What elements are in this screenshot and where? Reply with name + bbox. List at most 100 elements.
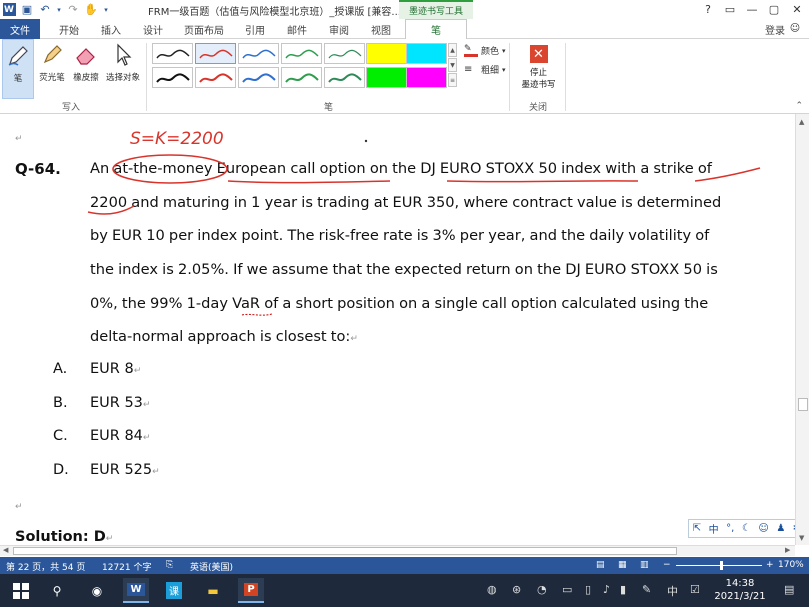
touch-mode-icon[interactable]: ✋ bbox=[82, 0, 100, 19]
ime-language[interactable]: 中 bbox=[709, 521, 719, 536]
pen-style-green-thick[interactable] bbox=[281, 67, 322, 88]
zoom-slider[interactable] bbox=[676, 565, 762, 566]
tray-app-icon-3[interactable]: ◔ bbox=[537, 583, 547, 596]
ime-moon-icon[interactable]: ☾ bbox=[742, 523, 751, 534]
zoom-in-button[interactable]: + bbox=[766, 560, 774, 570]
pen-tray-icon[interactable]: ✎ bbox=[642, 583, 651, 596]
scroll-left-arrow[interactable]: ◀ bbox=[3, 546, 8, 554]
gallery-down-arrow[interactable]: ▼ bbox=[448, 58, 457, 72]
checkbox-tray-icon[interactable]: ☑ bbox=[690, 583, 700, 596]
notifications-icon[interactable]: ▤ bbox=[784, 583, 794, 596]
maximize-button[interactable]: ▢ bbox=[763, 0, 785, 19]
eraser-tool-button[interactable]: 橡皮擦 bbox=[70, 39, 102, 99]
highlighter-style-yellow[interactable] bbox=[366, 43, 407, 64]
file-explorer-icon[interactable]: ▬ bbox=[200, 578, 226, 603]
document-page[interactable]: ↵ Q-64. An at-the-money European call op… bbox=[0, 114, 795, 545]
network-icon[interactable]: ▯ bbox=[585, 583, 591, 596]
language-status[interactable]: 英语(美国) bbox=[190, 560, 233, 573]
page-count[interactable]: 第 22 页，共 54 页 bbox=[6, 560, 85, 573]
close-button[interactable]: ✕ bbox=[786, 0, 808, 19]
vertical-scroll-thumb[interactable] bbox=[798, 398, 808, 411]
pen-style-red-thick[interactable] bbox=[195, 67, 236, 88]
collapse-ribbon-icon[interactable]: ⌃ bbox=[795, 101, 803, 111]
clock[interactable]: 14:38 2021/3/21 bbox=[712, 577, 768, 603]
powerpoint-taskbar-icon[interactable]: P bbox=[238, 578, 264, 603]
option-b-letter: B. bbox=[53, 395, 68, 411]
scroll-up-arrow[interactable]: ▲ bbox=[799, 118, 804, 126]
pen-style-blue-thick[interactable] bbox=[238, 67, 279, 88]
windows-start-icon[interactable] bbox=[8, 578, 34, 603]
ime-switch-icon[interactable]: ⇱ bbox=[693, 523, 701, 534]
thickness-button[interactable]: ≡ 粗细 ▾ bbox=[464, 63, 506, 76]
pen-style-black-thick[interactable] bbox=[152, 67, 193, 88]
gallery-up-arrow[interactable]: ▲ bbox=[448, 43, 457, 57]
status-bar: 第 22 页，共 54 页 12721 个字 ⎘ 英语(美国) ▤ ▦ ▥ − … bbox=[0, 557, 809, 574]
pen-tool-button[interactable]: 笔 bbox=[2, 39, 34, 99]
tab-pen[interactable]: 笔 bbox=[405, 19, 467, 40]
pen-style-green[interactable] bbox=[281, 43, 322, 64]
pen-style-red[interactable] bbox=[195, 43, 236, 64]
help-button[interactable]: ? bbox=[697, 0, 719, 19]
pen-style-black[interactable] bbox=[152, 43, 193, 64]
print-layout-icon[interactable]: ▦ bbox=[618, 560, 627, 570]
scroll-right-arrow[interactable]: ▶ bbox=[785, 546, 790, 554]
tab-home[interactable]: 开始 bbox=[52, 19, 86, 39]
highlighter-style-cyan[interactable] bbox=[406, 43, 447, 64]
tab-review[interactable]: 审阅 bbox=[322, 19, 356, 39]
ime-punct-icon[interactable]: °, bbox=[726, 523, 734, 534]
vertical-scrollbar[interactable]: ▲ ▼ bbox=[795, 114, 809, 545]
customize-icon[interactable]: ▾ bbox=[100, 0, 112, 19]
stop-inking-button[interactable]: ✕ 停止 墨迹书写 bbox=[515, 41, 562, 97]
highlighter-style-magenta[interactable] bbox=[406, 67, 447, 88]
zoom-level[interactable]: 170% bbox=[778, 560, 804, 570]
horizontal-scroll-thumb[interactable] bbox=[13, 547, 677, 555]
tab-design[interactable]: 设计 bbox=[136, 19, 170, 39]
tab-references[interactable]: 引用 bbox=[238, 19, 272, 39]
tab-file[interactable]: 文件 bbox=[0, 19, 40, 39]
tray-app-icon[interactable]: ◍ bbox=[487, 583, 497, 596]
pen-style-teal-thick[interactable] bbox=[324, 67, 365, 88]
volume-icon[interactable]: ♪ bbox=[603, 583, 610, 596]
pen-style-dark-green[interactable] bbox=[324, 43, 365, 64]
account-icon[interactable]: ☺ bbox=[784, 19, 806, 38]
ime-toolbar[interactable]: ⇱ 中 °, ☾ ☺ ♟ ✲ bbox=[688, 519, 806, 538]
tab-view[interactable]: 视图 bbox=[364, 19, 398, 39]
undo-icon[interactable]: ↶ bbox=[36, 0, 54, 19]
option-a-text: EUR 8↵ bbox=[90, 361, 142, 377]
login-link[interactable]: 登录 bbox=[765, 22, 785, 37]
search-icon[interactable]: ⚲ bbox=[44, 578, 70, 603]
dropdown-icon[interactable]: ▾ bbox=[54, 0, 64, 19]
word-count[interactable]: 12721 个字 bbox=[102, 560, 152, 573]
word-app-icon[interactable]: W bbox=[0, 0, 18, 19]
select-objects-button[interactable]: 选择对象 bbox=[104, 39, 142, 99]
tray-ime-indicator[interactable]: 中 bbox=[667, 583, 678, 599]
save-icon[interactable]: ▣ bbox=[18, 0, 36, 19]
minimize-button[interactable]: — bbox=[741, 0, 763, 19]
tab-page-layout[interactable]: 页面布局 bbox=[180, 19, 228, 39]
web-layout-icon[interactable]: ▥ bbox=[640, 560, 649, 570]
battery-icon[interactable]: ▮ bbox=[620, 583, 626, 596]
tab-insert[interactable]: 插入 bbox=[94, 19, 128, 39]
horizontal-scrollbar[interactable]: ◀ ▶ bbox=[0, 545, 795, 556]
solution-text: Solution: D bbox=[15, 529, 106, 545]
ime-emoji-icon[interactable]: ☺ bbox=[758, 523, 768, 534]
tab-mailings[interactable]: 邮件 bbox=[280, 19, 314, 39]
read-mode-icon[interactable]: ▤ bbox=[596, 560, 605, 570]
ime-user-icon[interactable]: ♟ bbox=[776, 523, 785, 534]
obs-icon[interactable]: ◉ bbox=[84, 578, 110, 603]
scroll-down-arrow[interactable]: ▼ bbox=[799, 534, 804, 542]
proofing-icon[interactable]: ⎘ bbox=[166, 560, 173, 570]
word-taskbar-icon[interactable]: W bbox=[123, 578, 149, 603]
tray-device-icon[interactable]: ▭ bbox=[562, 583, 572, 596]
zoom-out-button[interactable]: − bbox=[663, 560, 671, 570]
ribbon-display-button[interactable]: ▭ bbox=[719, 0, 741, 19]
redo-icon[interactable]: ↷ bbox=[64, 0, 82, 19]
zoom-slider-thumb[interactable] bbox=[720, 561, 723, 570]
gallery-more-arrow[interactable]: ≡ bbox=[448, 73, 457, 87]
app-taskbar-icon[interactable]: 课 bbox=[161, 578, 187, 603]
tray-app-icon-2[interactable]: ⊛ bbox=[512, 583, 521, 596]
highlighter-style-green[interactable] bbox=[366, 67, 407, 88]
highlighter-tool-button[interactable]: 荧光笔 bbox=[36, 39, 68, 99]
color-button[interactable]: ✎ 颜色 ▾ bbox=[464, 44, 506, 57]
pen-style-blue[interactable] bbox=[238, 43, 279, 64]
